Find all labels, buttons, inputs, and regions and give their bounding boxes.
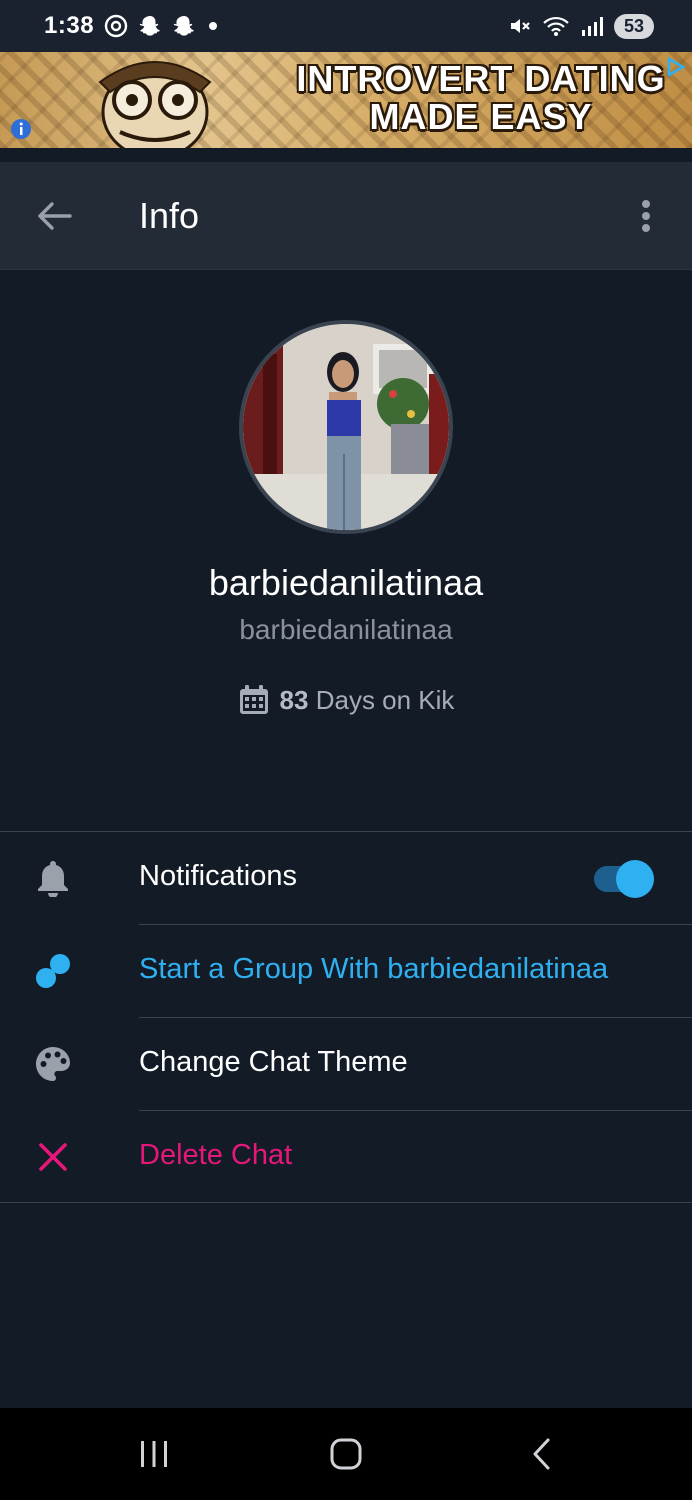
display-name: barbiedanilatinaa [208,562,484,603]
more-vertical-icon [642,200,650,232]
back-button[interactable] [30,198,78,234]
notifications-row[interactable]: Notifications [0,832,692,924]
snapchat-icon [138,14,162,38]
calendar-icon [239,685,268,714]
system-nav-bar [0,1408,692,1500]
arrow-left-icon [38,202,72,230]
group-bubbles-icon [30,951,76,991]
menu-divider [0,1202,692,1203]
recent-apps-button[interactable] [134,1436,174,1472]
notifications-toggle[interactable] [592,860,656,898]
signal-icon [580,14,604,38]
ad-headline-line1: INTROVERT DATING [296,58,666,99]
system-back-button[interactable] [522,1436,562,1472]
palette-icon [30,1044,76,1084]
delete-chat-label: Delete Chat [139,1139,293,1171]
ad-headline-line2: MADE EASY [369,96,593,137]
username: barbiedanilatinaa [239,614,453,645]
snapchat-icon [172,14,196,38]
delete-chat-row[interactable]: Delete Chat [0,1111,692,1203]
mute-icon [508,14,532,38]
change-theme-label: Change Chat Theme [139,1046,408,1078]
change-theme-row[interactable]: Change Chat Theme [0,1018,692,1110]
status-bar-left: 1:38 [44,12,220,40]
home-icon [330,1438,362,1470]
ad-spacer [0,148,692,162]
days-on-kik: 83 Days on Kik [0,684,692,716]
ad-banner[interactable]: INTROVERT DATING MADE EASY [0,52,692,148]
days-text: 83 Days on Kik [280,685,455,716]
ad-choices-icon[interactable] [664,56,686,83]
days-suffix: Days on Kik [315,684,455,715]
status-bar-right: 53 [508,13,654,39]
ad-illustration [98,61,212,148]
bell-icon [30,858,76,898]
days-count: 83 [279,684,309,715]
page-title: Info [139,195,200,236]
recent-apps-icon [141,1441,167,1467]
profile-avatar[interactable] [239,320,453,534]
wifi-icon [542,14,570,38]
notifications-label: Notifications [139,860,297,892]
notification-dot-icon [206,19,220,33]
status-bar: 1:38 53 [0,0,692,52]
more-options-button[interactable] [630,196,662,236]
chevron-left-icon [533,1438,550,1470]
toggle-knob [616,860,654,898]
home-button[interactable] [326,1436,366,1472]
app-bar: Info [0,162,692,270]
start-group-row[interactable]: Start a Group With barbiedanilatinaa [0,925,692,1017]
close-icon [30,1137,76,1177]
start-group-label: Start a Group With barbiedanilatinaa [139,953,609,985]
status-time: 1:38 [44,12,95,39]
threads-icon [104,14,128,38]
ad-headline: INTROVERT DATING MADE EASY [296,60,666,136]
ad-info-icon[interactable] [10,118,32,145]
avatar-photo [243,324,449,530]
screen: 1:38 53 INTROVERT DATING MADE EASY Info … [0,0,692,1500]
battery-level: 53 [614,13,654,39]
